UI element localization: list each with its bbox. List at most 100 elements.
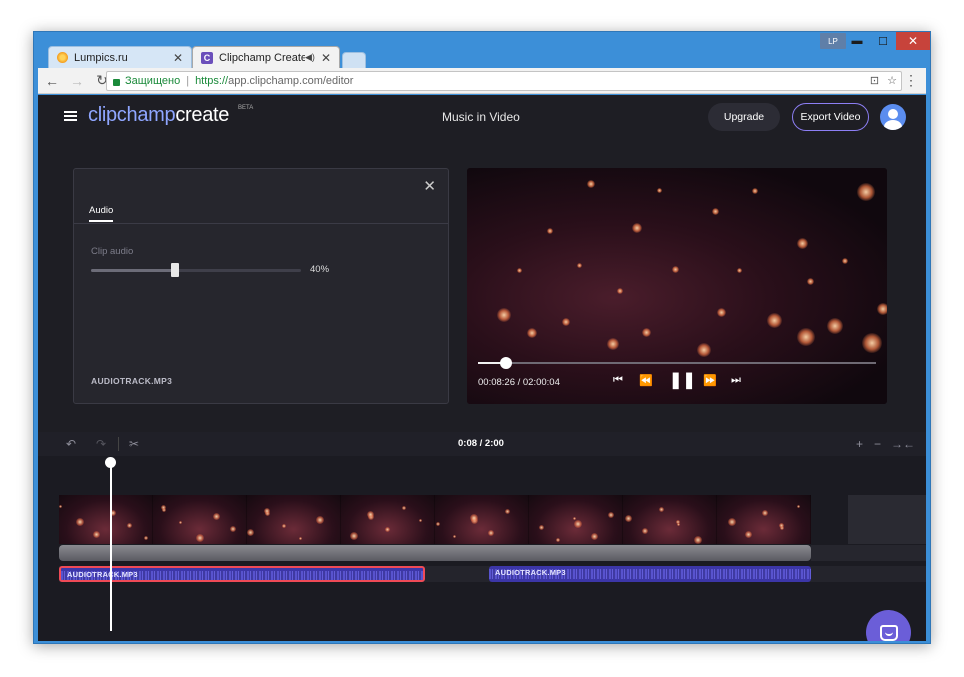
hamburger-menu-icon[interactable]	[64, 111, 77, 121]
bokeh-light	[574, 520, 582, 528]
tab-clipchamp[interactable]: C Clipchamp Create ◀) ✕	[192, 46, 340, 68]
fast-forward-icon[interactable]: ⏩	[703, 374, 717, 387]
bokeh-light	[779, 523, 784, 528]
undo-icon[interactable]: ↶	[66, 437, 76, 451]
audio-clip-selected[interactable]: AUDIOTRACK.MP3	[59, 566, 425, 582]
close-icon[interactable]: ✕	[423, 177, 436, 195]
audio-file-name: AUDIOTRACK.MP3	[91, 376, 173, 386]
new-tab-button[interactable]	[342, 52, 366, 68]
browser-toolbar: ← → ↻ Защищено | https:// app.clipchamp.…	[38, 68, 926, 94]
audio-clip-label: AUDIOTRACK.MP3	[67, 570, 138, 579]
browser-menu-icon[interactable]: ⋮	[904, 72, 918, 89]
profile-badge[interactable]: LP	[820, 33, 846, 49]
video-preview[interactable]: 00:08:26 / 02:00:04 ⏮ ⏪ ❚❚ ⏩ ⏭	[467, 168, 887, 404]
project-title[interactable]: Music in Video	[442, 110, 520, 124]
bokeh-light	[539, 525, 544, 530]
bokeh-light	[488, 530, 494, 536]
bokeh-light	[842, 258, 848, 264]
bokeh-light	[728, 518, 736, 526]
bokeh-light	[797, 328, 815, 346]
forward-arrow-icon[interactable]: →	[66, 70, 88, 92]
redo-icon[interactable]: ↷	[96, 437, 106, 451]
clipchamp-favicon-icon: C	[201, 51, 213, 64]
timeline-toolbar: ↶ ↷ ✂ 0:08 / 2:00 + − →←	[38, 432, 926, 456]
close-tab-icon[interactable]: ✕	[173, 51, 183, 65]
timeline-time: 0:08 / 2:00	[458, 438, 504, 449]
bokeh-light	[470, 514, 478, 522]
zoom-out-icon[interactable]: −	[874, 437, 881, 451]
bokeh-light	[127, 523, 132, 528]
zoom-in-icon[interactable]: +	[856, 437, 863, 451]
divider	[74, 223, 448, 224]
secure-label: Защищено	[125, 75, 181, 87]
tab-lumpics[interactable]: Lumpics.ru ✕	[48, 46, 192, 68]
bokeh-light	[367, 511, 374, 518]
bokeh-light	[453, 535, 456, 538]
bokeh-light	[497, 308, 511, 322]
bokeh-light	[617, 288, 623, 294]
video-thumbnail	[623, 495, 717, 544]
browser-window: Lumpics.ru ✕ C Clipchamp Create ◀) ✕ LP …	[33, 31, 931, 644]
app-logo: clipchampcreate	[88, 104, 229, 127]
translate-icon[interactable]: ⊡	[870, 74, 879, 87]
export-video-button[interactable]: Export Video	[792, 103, 869, 131]
bokeh-light	[59, 505, 62, 508]
address-bar[interactable]: Защищено | https:// app.clipchamp.com/ed…	[106, 71, 902, 91]
bokeh-light	[672, 266, 679, 273]
scissors-icon[interactable]: ✂	[129, 437, 139, 451]
bokeh-light	[144, 536, 148, 540]
maximize-button[interactable]: ☐	[870, 32, 896, 50]
speaker-icon[interactable]: ◀)	[305, 52, 315, 63]
bokeh-light	[767, 313, 782, 328]
video-thumbnail	[341, 495, 435, 544]
fit-timeline-icon[interactable]: →←	[891, 437, 915, 451]
playhead-handle[interactable]	[105, 457, 116, 468]
user-avatar[interactable]	[880, 104, 906, 130]
bokeh-light	[797, 238, 808, 249]
video-thumbnail	[153, 495, 247, 544]
bokeh-light	[350, 532, 358, 540]
volume-slider[interactable]	[91, 263, 301, 277]
rewind-icon[interactable]: ⏪	[639, 374, 653, 387]
volume-slider-fill	[91, 269, 175, 272]
bokeh-light	[562, 318, 570, 326]
bokeh-light	[196, 534, 204, 542]
video-thumbnail	[717, 495, 811, 544]
title-bar: Lumpics.ru ✕ C Clipchamp Create ◀) ✕ LP …	[34, 32, 930, 68]
skip-to-end-icon[interactable]: ⏭	[731, 374, 741, 387]
video-track-bar[interactable]	[59, 545, 811, 561]
tab-audio[interactable]: Audio	[89, 205, 114, 222]
bokeh-light	[556, 538, 560, 542]
bokeh-light	[745, 531, 752, 538]
progress-handle[interactable]	[499, 357, 512, 369]
close-tab-icon[interactable]: ✕	[321, 51, 331, 65]
bokeh-light	[76, 518, 84, 526]
playback-progress-bar[interactable]	[478, 357, 876, 369]
timeline: ↶ ↷ ✂ 0:08 / 2:00 + − →← AUDIOTRACK.MP3 …	[38, 432, 926, 641]
bokeh-light	[419, 519, 422, 522]
star-icon[interactable]: ☆	[887, 74, 897, 87]
back-arrow-icon[interactable]: ←	[41, 70, 63, 92]
bokeh-light	[517, 268, 522, 273]
bokeh-light	[316, 516, 324, 524]
clip-audio-label: Clip audio	[91, 246, 134, 257]
video-track-clip[interactable]	[59, 495, 811, 544]
bokeh-light	[505, 509, 510, 514]
bokeh-light	[608, 512, 614, 518]
bokeh-light	[642, 328, 651, 337]
playhead[interactable]	[110, 462, 112, 631]
minimize-button[interactable]: ▬	[844, 32, 870, 50]
pause-icon[interactable]: ❚❚	[669, 370, 696, 390]
bokeh-light	[161, 505, 166, 510]
chat-support-button[interactable]	[866, 610, 911, 641]
url-scheme: https://	[195, 75, 229, 87]
upgrade-button[interactable]: Upgrade	[708, 103, 780, 131]
volume-slider-handle[interactable]	[171, 263, 179, 277]
bokeh-light	[385, 527, 390, 532]
close-window-button[interactable]: ✕	[896, 32, 930, 50]
skip-to-start-icon[interactable]: ⏮	[613, 374, 623, 387]
bokeh-light	[230, 526, 236, 532]
audio-clip[interactable]: AUDIOTRACK.MP3	[489, 566, 811, 582]
bokeh-light	[827, 318, 843, 334]
bokeh-light	[737, 268, 742, 273]
